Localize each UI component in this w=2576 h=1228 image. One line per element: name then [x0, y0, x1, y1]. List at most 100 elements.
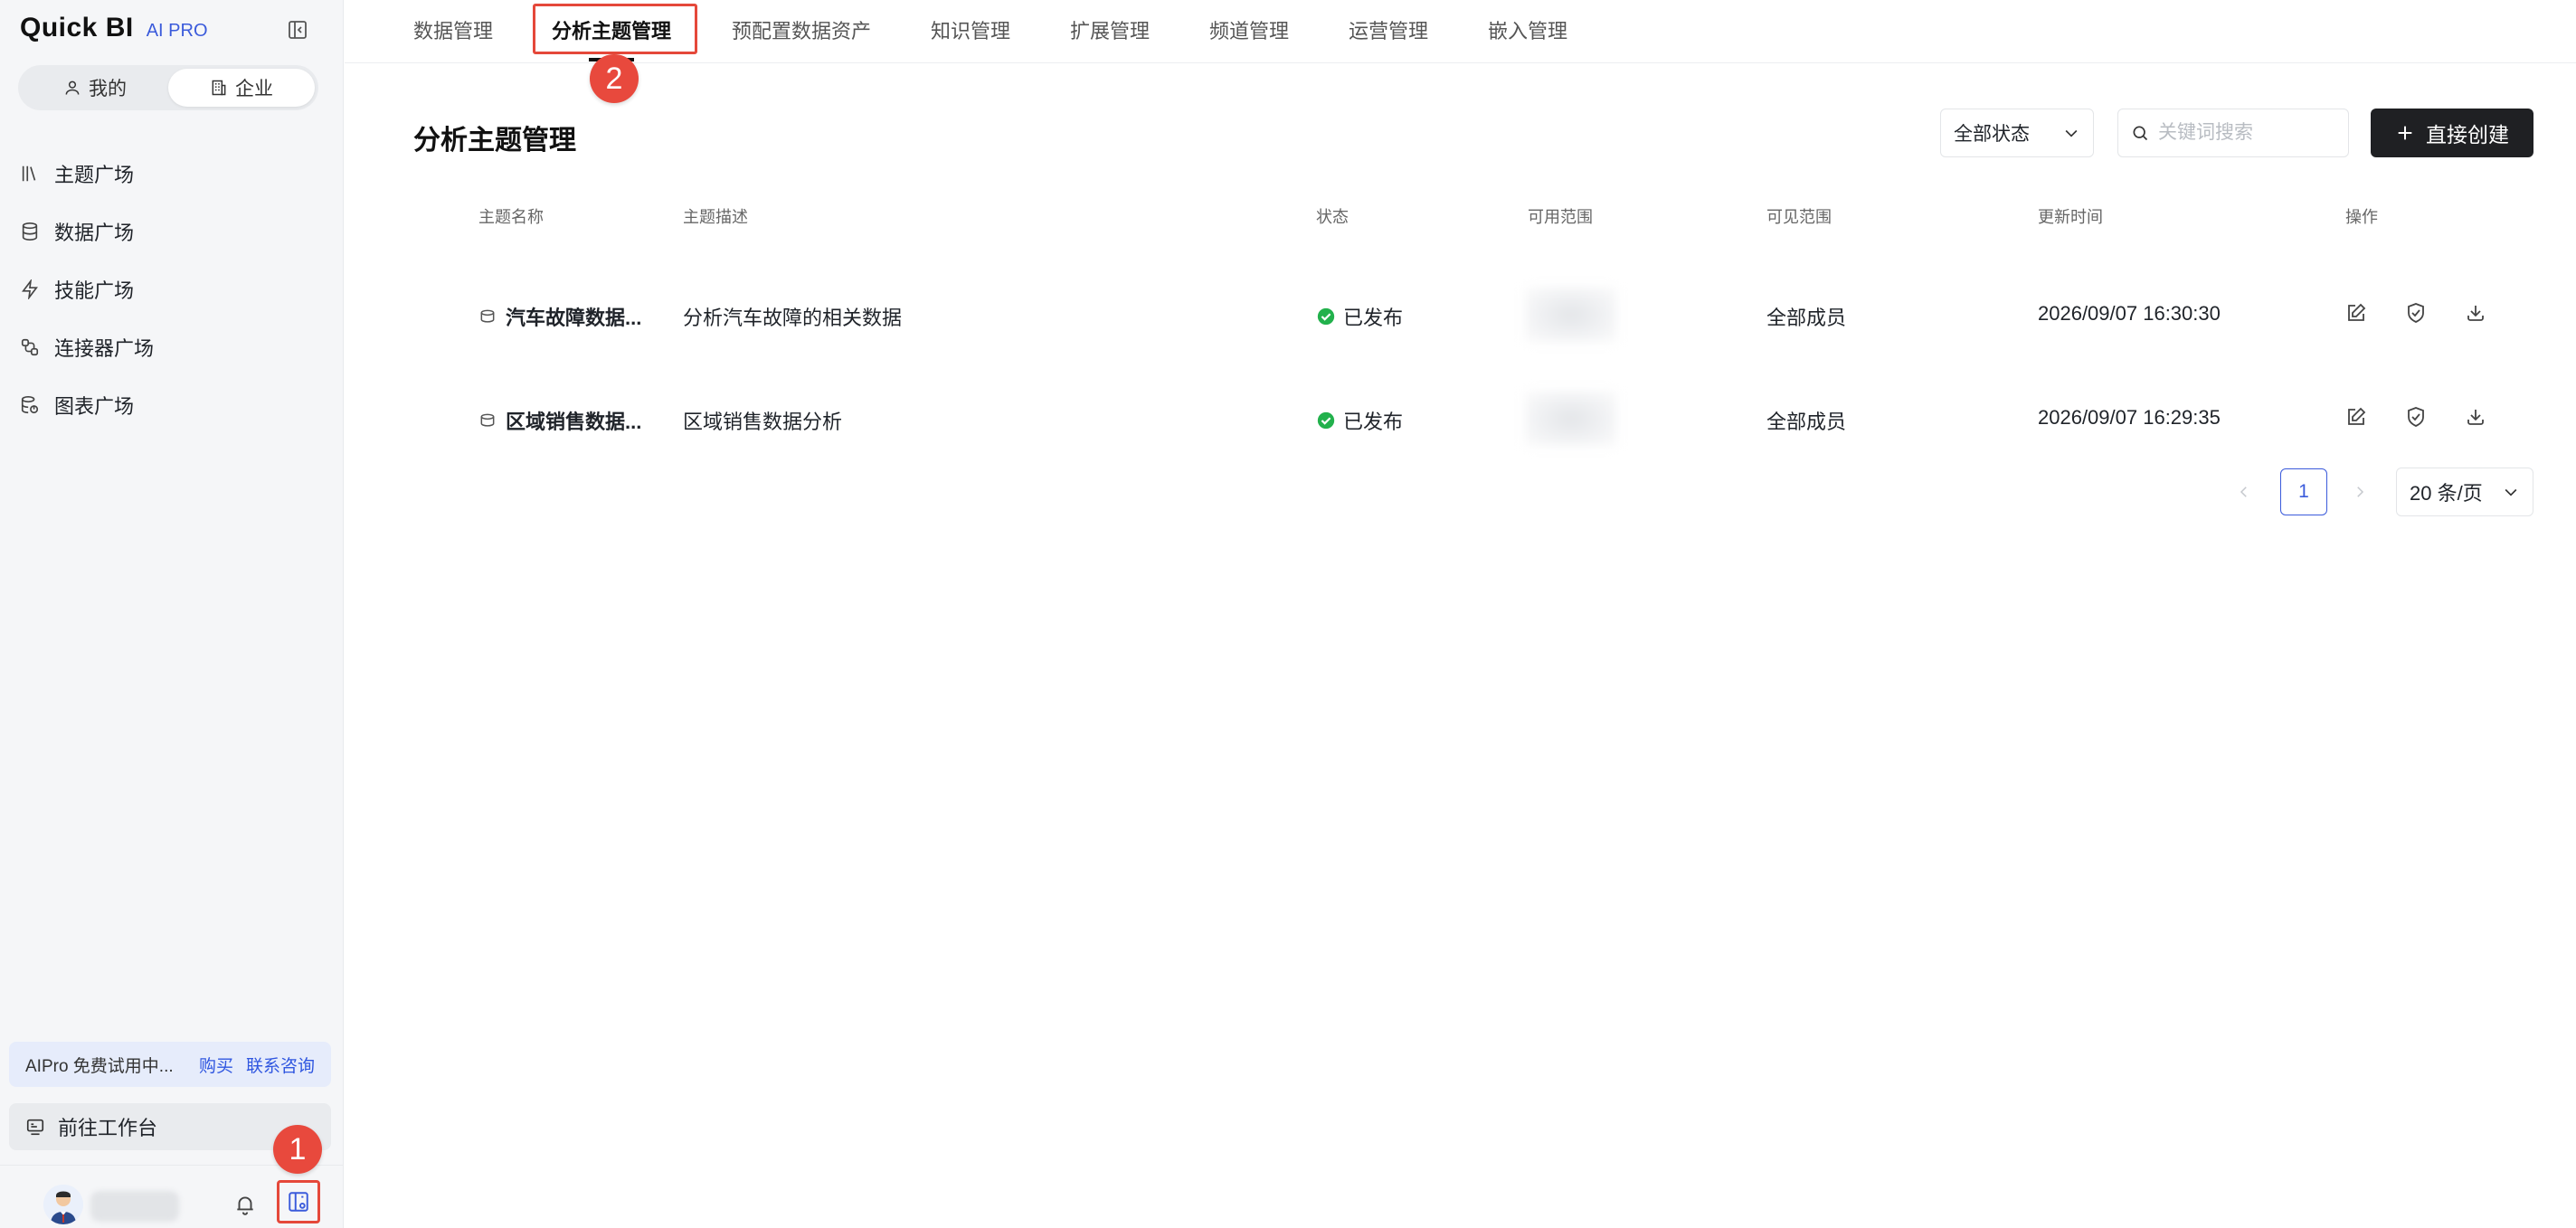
- page-title: 分析主题管理: [413, 126, 576, 156]
- pagination-next-button[interactable]: [2342, 472, 2378, 512]
- admin-tabs: 数据管理 分析主题管理 预配置数据资产 知识管理 扩展管理 频道管理 运营管理 …: [345, 0, 2576, 63]
- notifications-button[interactable]: [233, 1193, 260, 1220]
- column-header-name: 主题名称: [478, 208, 544, 226]
- bell-icon: [237, 1196, 253, 1215]
- column-header-available-scope: 可用范围: [1528, 208, 1593, 226]
- row-actions: [2344, 404, 2488, 430]
- edit-icon: [2348, 407, 2366, 425]
- topic-description: 区域销售数据分析: [683, 411, 843, 433]
- database-icon: [480, 309, 495, 323]
- admin-layout-icon: [289, 1192, 308, 1212]
- edit-button[interactable]: [2344, 404, 2369, 430]
- collapse-panel-icon: [289, 21, 307, 39]
- avatar[interactable]: [43, 1185, 83, 1224]
- admin-console-button[interactable]: [277, 1180, 320, 1223]
- column-header-status: 状态: [1316, 208, 1349, 226]
- edit-icon: [2348, 303, 2366, 321]
- download-button[interactable]: [2463, 300, 2488, 326]
- topic-description: 分析汽车故障的相关数据: [683, 307, 903, 329]
- sidebar-item-label: 技能广场: [54, 279, 135, 302]
- tab-embed-management[interactable]: 嵌入管理: [1488, 15, 1567, 44]
- workbench-icon: [26, 1119, 44, 1136]
- permission-button[interactable]: [2403, 404, 2429, 430]
- sidebar-collapse-button[interactable]: [286, 18, 309, 42]
- available-scope-blurred: [1526, 288, 1616, 342]
- logo-text: Quick BI: [20, 13, 134, 43]
- row-actions: [2344, 300, 2488, 326]
- table-row: 汽车故障数据... 分析汽车故障的相关数据 已发布 全部成员 2026/09/0…: [345, 268, 2576, 358]
- page-size-select[interactable]: 20 条/页: [2396, 468, 2533, 516]
- shield-check-icon: [2408, 407, 2424, 427]
- create-topic-button[interactable]: 直接创建: [2371, 109, 2533, 157]
- sidebar-footer: [0, 1165, 344, 1228]
- check-circle-icon: [1317, 307, 1335, 326]
- column-header-description: 主题描述: [683, 208, 748, 226]
- status-text: 已发布: [1343, 411, 1404, 433]
- main-content: 数据管理 分析主题管理 预配置数据资产 知识管理 扩展管理 频道管理 运营管理 …: [345, 0, 2576, 1228]
- trial-banner: AIPro 免费试用中... 购买 联系咨询: [9, 1042, 331, 1087]
- updated-time: 2026/09/07 16:29:35: [2038, 406, 2221, 429]
- search-box: [2117, 109, 2349, 157]
- segment-label: 企业: [235, 79, 273, 99]
- sidebar-item-topic-plaza[interactable]: 主题广场: [0, 145, 344, 203]
- column-header-visible-scope: 可见范围: [1766, 208, 1832, 226]
- chart-database-icon: [21, 396, 39, 414]
- tab-channel-management[interactable]: 频道管理: [1209, 15, 1289, 44]
- database-icon: [480, 413, 495, 427]
- status-badge: 已发布: [1316, 302, 1403, 331]
- visible-scope: 全部成员: [1766, 307, 1847, 329]
- user-icon: [65, 80, 80, 95]
- check-circle-icon: [1317, 411, 1335, 430]
- permission-button[interactable]: [2403, 300, 2429, 326]
- sidebar-item-data-plaza[interactable]: 数据广场: [0, 203, 344, 260]
- sidebar-item-label: 数据广场: [54, 222, 135, 244]
- tab-knowledge-management[interactable]: 知识管理: [931, 15, 1010, 44]
- topic-name: 区域销售数据...: [506, 411, 642, 433]
- contact-link[interactable]: 联系咨询: [246, 1053, 315, 1077]
- pagination-prev-button[interactable]: [2226, 472, 2262, 512]
- app-logo[interactable]: Quick BI AI PRO: [20, 13, 208, 45]
- topic-name-link[interactable]: 区域销售数据...: [478, 406, 641, 435]
- tab-data-management[interactable]: 数据管理: [413, 15, 493, 44]
- updated-time: 2026/09/07 16:30:30: [2038, 302, 2221, 325]
- chevron-down-icon: [2505, 488, 2517, 496]
- status-text: 已发布: [1343, 307, 1404, 329]
- segment-mine[interactable]: 我的: [22, 69, 168, 107]
- search-input[interactable]: [2158, 122, 2330, 144]
- sidebar-nav: 主题广场 数据广场 技能广场 连接器广场 图表广场: [0, 145, 344, 434]
- create-button-label: 直接创建: [2426, 123, 2509, 146]
- chevron-left-icon: [2240, 486, 2247, 497]
- sidebar-item-label: 主题广场: [54, 164, 135, 186]
- segment-label: 我的: [89, 79, 127, 99]
- annotation-badge-1: 1: [273, 1125, 322, 1174]
- sidebar-item-connector-plaza[interactable]: 连接器广场: [0, 318, 344, 376]
- segment-enterprise[interactable]: 企业: [168, 69, 315, 107]
- table-row: 区域销售数据... 区域销售数据分析 已发布 全部成员 2026/09/07 1…: [345, 372, 2576, 462]
- avatar-image: [43, 1185, 83, 1224]
- sidebar: Quick BI AI PRO 我的 企业 主题广场 数据广场 技能广场 连接器…: [0, 0, 344, 1228]
- tab-preconfigured-data-assets[interactable]: 预配置数据资产: [732, 15, 871, 44]
- edit-button[interactable]: [2344, 300, 2369, 326]
- scope-switch: 我的 企业: [18, 65, 318, 110]
- status-filter-select[interactable]: 全部状态: [1940, 109, 2094, 157]
- tab-operations-management[interactable]: 运营管理: [1349, 15, 1428, 44]
- status-filter-value: 全部状态: [1954, 124, 2030, 145]
- buy-link[interactable]: 购买: [199, 1053, 233, 1077]
- username-blurred: [90, 1191, 179, 1222]
- pagination-page-current[interactable]: 1: [2280, 468, 2327, 515]
- shield-check-icon: [2408, 303, 2424, 323]
- search-icon: [2133, 126, 2148, 141]
- annotation-badge-2: 2: [590, 54, 639, 103]
- download-button[interactable]: [2463, 404, 2488, 430]
- column-header-actions: 操作: [2345, 208, 2378, 226]
- visible-scope: 全部成员: [1766, 411, 1847, 433]
- download-icon: [2467, 306, 2484, 321]
- download-icon: [2467, 410, 2484, 425]
- connector-icon: [21, 338, 39, 356]
- sidebar-item-chart-plaza[interactable]: 图表广场: [0, 376, 344, 434]
- sidebar-item-label: 图表广场: [54, 395, 135, 418]
- tab-extension-management[interactable]: 扩展管理: [1070, 15, 1150, 44]
- topic-name-link[interactable]: 汽车故障数据...: [478, 302, 641, 331]
- sidebar-item-skill-plaza[interactable]: 技能广场: [0, 260, 344, 318]
- chevron-right-icon: [2357, 486, 2364, 497]
